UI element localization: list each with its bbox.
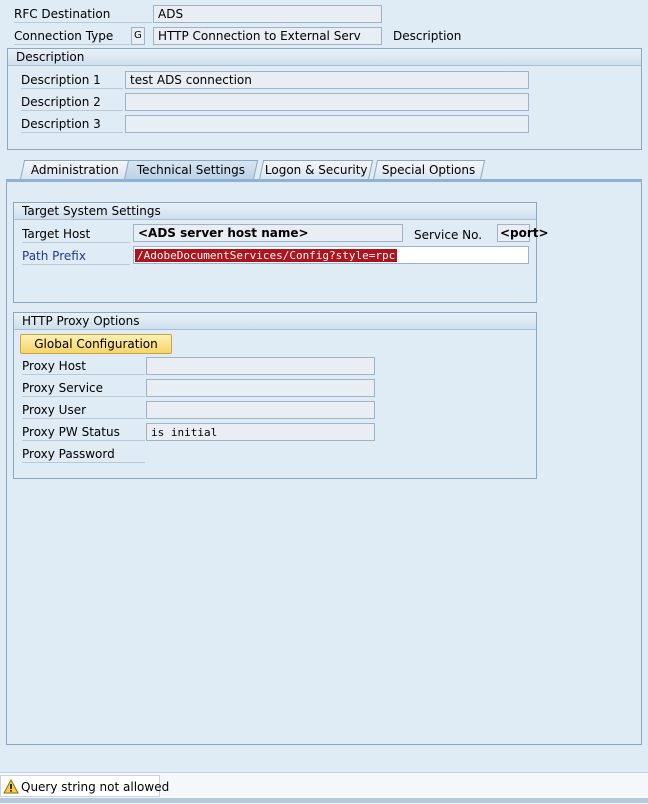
rfc-destination-label: RFC Destination [14,6,152,23]
status-message: Query string not allowed [21,780,170,794]
service-no-field[interactable]: <port> [497,224,549,242]
path-prefix-value: /AdobeDocumentServices/Config?style=rpc [135,249,398,262]
description-3-label: Description 3 [21,116,123,133]
proxy-service-label: Proxy Service [22,380,145,397]
tab-administration-label: Administration [30,163,119,177]
proxy-user-field[interactable] [146,401,375,419]
connection-type-code-field[interactable]: G [131,27,145,45]
tab-special-options[interactable]: Special Options [372,160,486,180]
description-column-label: Description [393,29,462,43]
proxy-host-label: Proxy Host [22,358,145,375]
description-1-field[interactable]: test ADS connection [125,71,529,89]
tab-logon-security[interactable]: Logon & Security [258,160,374,180]
description-2-label: Description 2 [21,94,123,111]
path-prefix-label: Path Prefix [22,248,130,265]
proxy-group-title: HTTP Proxy Options [14,313,536,330]
target-host-field[interactable]: <ADS server host name> [133,224,403,242]
proxy-pw-status-field: is initial [146,423,375,441]
proxy-user-label: Proxy User [22,402,145,419]
rfc-destination-field[interactable]: ADS [153,5,382,23]
tab-technical-settings[interactable]: Technical Settings [123,160,259,180]
proxy-host-field[interactable] [146,357,375,375]
status-message-box[interactable]: Query string not allowed [0,775,169,797]
description-3-field[interactable] [125,115,529,133]
tab-administration[interactable]: Administration [19,160,131,180]
description-2-field[interactable] [125,93,529,111]
proxy-password-label: Proxy Password [22,446,145,463]
tab-technical-settings-label: Technical Settings [136,163,245,177]
connection-type-label: Connection Type [14,28,130,45]
status-bar-bottom-edge [0,798,648,803]
target-host-label: Target Host [22,226,130,243]
global-configuration-button[interactable]: Global Configuration [20,334,172,354]
service-no-label: Service No. [414,228,483,242]
path-prefix-field[interactable]: /AdobeDocumentServices/Config?style=rpc [133,246,529,264]
proxy-service-field[interactable] [146,379,375,397]
proxy-pw-status-value: is initial [151,426,218,439]
connection-type-text-field: HTTP Connection to External Serv [153,27,382,45]
description-1-label: Description 1 [21,72,123,89]
tab-logon-security-label: Logon & Security [264,163,368,177]
warning-icon [3,779,19,794]
proxy-pw-status-label: Proxy PW Status [22,424,145,441]
target-system-group-title: Target System Settings [14,203,536,220]
tab-special-options-label: Special Options [382,163,476,177]
description-group-title: Description [8,49,641,66]
